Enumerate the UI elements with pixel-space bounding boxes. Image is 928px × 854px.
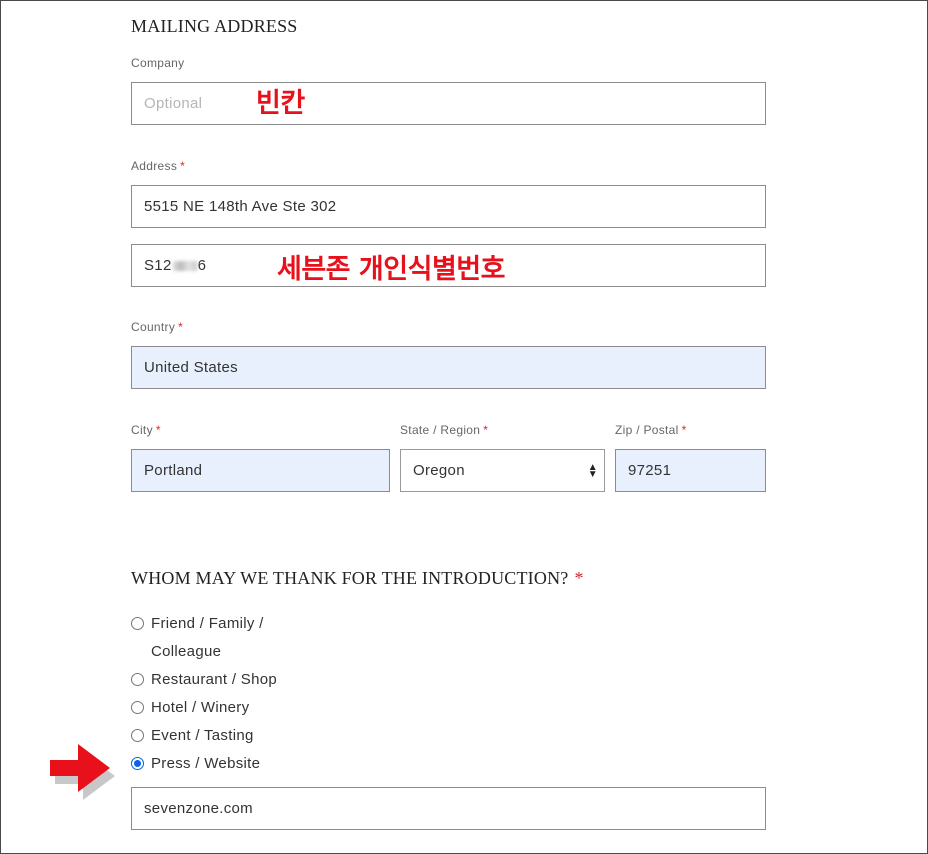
address-label: Address * (131, 159, 185, 173)
radio-button-checked[interactable] (131, 757, 144, 770)
website-input[interactable]: sevenzone.com (131, 787, 766, 830)
city-label: City * (131, 423, 161, 437)
zip-value: 97251 (628, 462, 672, 479)
company-input[interactable]: Optional (131, 82, 766, 125)
required-mark: * (483, 423, 489, 437)
radio-option-event[interactable]: Event / Tasting (131, 722, 254, 750)
zip-label: Zip / Postal * (615, 423, 687, 437)
address-label-text: Address (131, 159, 178, 173)
address-line1-value: 5515 NE 148th Ave Ste 302 (144, 198, 337, 215)
required-mark: * (155, 423, 161, 437)
country-value: United States (144, 359, 238, 376)
radio-option-hotel[interactable]: Hotel / Winery (131, 694, 249, 722)
company-placeholder: Optional (144, 95, 203, 112)
address-line2-prefix: S12 (144, 257, 172, 274)
company-label: Company (131, 56, 184, 70)
required-mark: * (178, 320, 184, 334)
address-annotation: 세븐존 개인식별번호 (277, 254, 505, 285)
radio-label-line1: Friend / Family / (151, 615, 264, 632)
select-updown-icon: ▲ ▼ (587, 461, 598, 480)
address-line1-input[interactable]: 5515 NE 148th Ave Ste 302 (131, 185, 766, 228)
radio-option-restaurant[interactable]: Restaurant / Shop (131, 666, 277, 694)
red-arrow-icon (46, 740, 116, 800)
radio-option-press[interactable]: Press / Website (131, 750, 260, 778)
radio-label: Friend / Family / Colleague (151, 610, 264, 666)
radio-label: Event / Tasting (151, 727, 254, 744)
thanks-heading-text: WHOM MAY WE THANK FOR THE INTRODUCTION? (131, 568, 569, 588)
address-line2-suffix: 6 (197, 257, 207, 274)
city-input[interactable]: Portland (131, 449, 390, 492)
country-label: Country * (131, 320, 183, 334)
state-value: Oregon (413, 462, 465, 479)
radio-button[interactable] (131, 673, 144, 686)
radio-button[interactable] (131, 729, 144, 742)
required-mark: * (574, 568, 584, 588)
required-mark: * (180, 159, 186, 173)
country-label-text: Country (131, 320, 176, 334)
city-value: Portland (144, 462, 203, 479)
website-value: sevenzone.com (144, 800, 253, 817)
country-input[interactable]: United States (131, 346, 766, 389)
radio-label: Restaurant / Shop (151, 671, 278, 688)
radio-button[interactable] (131, 617, 144, 630)
radio-label: Hotel / Winery (151, 699, 250, 716)
city-label-text: City (131, 423, 153, 437)
radio-option-friend[interactable]: Friend / Family / Colleague (131, 610, 264, 666)
required-mark: * (681, 423, 687, 437)
state-select[interactable]: Oregon ▲ ▼ (400, 449, 605, 492)
zip-label-text: Zip / Postal (615, 423, 679, 437)
radio-label-line2: Colleague (151, 643, 222, 660)
zip-input[interactable]: 97251 (615, 449, 766, 492)
radio-label: Press / Website (151, 755, 261, 772)
company-annotation: 빈칸 (256, 88, 305, 119)
mailing-address-heading: MAILING ADDRESS (131, 16, 298, 36)
thanks-heading: WHOM MAY WE THANK FOR THE INTRODUCTION? * (131, 568, 584, 589)
redacted-blur (172, 260, 197, 271)
radio-button[interactable] (131, 701, 144, 714)
state-label: State / Region * (400, 423, 488, 437)
company-label-text: Company (131, 56, 185, 70)
state-label-text: State / Region (400, 423, 481, 437)
